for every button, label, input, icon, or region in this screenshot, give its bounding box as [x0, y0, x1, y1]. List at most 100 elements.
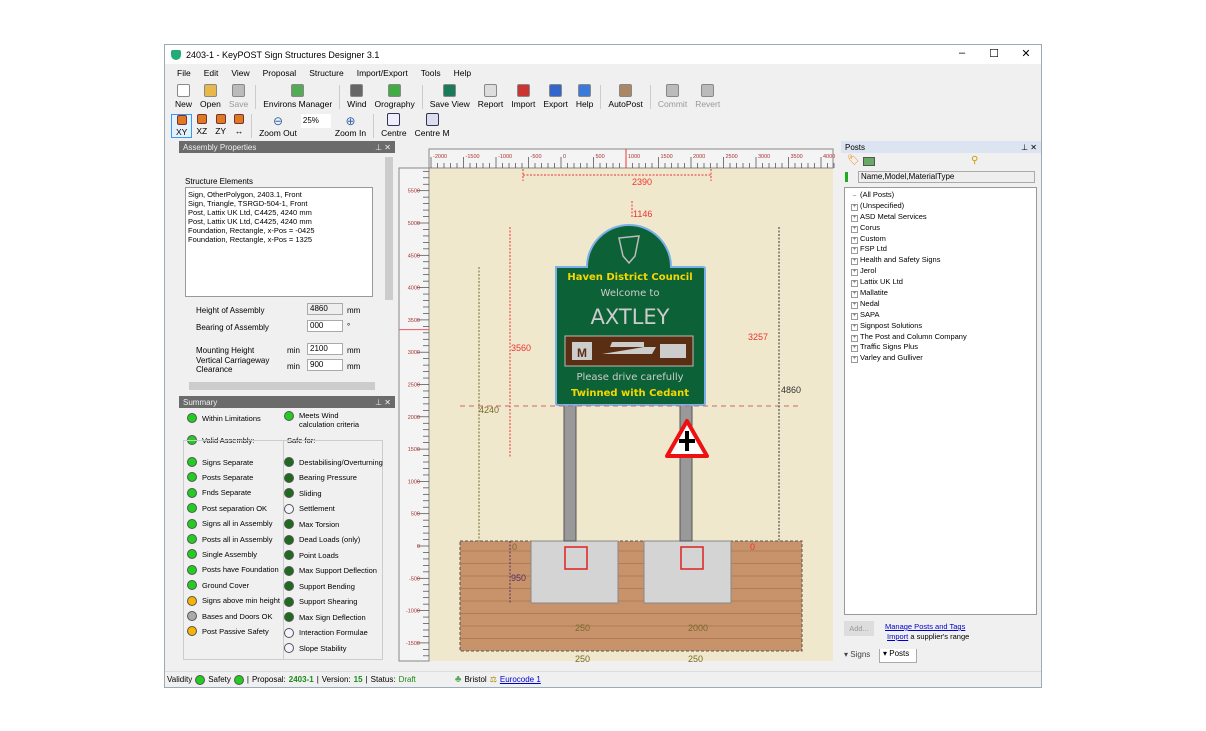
status-light-icon: [284, 519, 294, 529]
structure-elements-list[interactable]: Sign, OtherPolygon, 2403.1, Front Sign, T…: [185, 187, 373, 297]
wind-button[interactable]: Wind: [343, 84, 370, 109]
tree-item[interactable]: + ASD Metal Services: [851, 212, 1036, 223]
expand-icon[interactable]: +: [851, 225, 858, 233]
tree-item[interactable]: – (All Posts): [851, 190, 1036, 201]
expand-icon[interactable]: +: [851, 323, 858, 331]
menu-proposal[interactable]: Proposal: [263, 68, 297, 78]
tree-item[interactable]: + Corus: [851, 223, 1036, 234]
view-swap-button[interactable]: ↔: [230, 114, 248, 138]
view-xz-button[interactable]: XZ: [192, 114, 211, 138]
tree-item[interactable]: + Mallatite: [851, 288, 1036, 299]
menu-structure[interactable]: Structure: [309, 68, 344, 78]
save-button[interactable]: Save: [225, 84, 252, 109]
vertical-scrollbar[interactable]: [385, 157, 393, 300]
tree-item[interactable]: + SAPA: [851, 310, 1036, 321]
import-link[interactable]: Import: [887, 632, 908, 641]
expand-icon[interactable]: +: [851, 214, 858, 222]
horizontal-scrollbar[interactable]: [189, 382, 375, 390]
mounting-height-stepper[interactable]: 2100: [307, 343, 343, 355]
tree-item[interactable]: + (Unspecified): [851, 201, 1036, 212]
import-button[interactable]: Import: [507, 84, 539, 109]
close-button[interactable]: ✕: [1011, 47, 1041, 60]
tree-item[interactable]: + Traffic Signs Plus: [851, 342, 1036, 353]
tree-item[interactable]: + FSP Ltd: [851, 244, 1036, 255]
orography-icon: [388, 84, 402, 97]
revert-button[interactable]: Revert: [691, 84, 724, 109]
pin-close-icons[interactable]: ⊥ ✕: [375, 143, 391, 152]
expand-icon[interactable]: +: [851, 291, 858, 299]
check-label: Posts have Foundation: [202, 565, 279, 575]
safety-check-item: Support Shearing: [284, 596, 357, 607]
structure-element-item[interactable]: Foundation, Rectangle, x-Pos = 1325: [188, 235, 370, 244]
expand-icon[interactable]: +: [851, 203, 858, 211]
zoom-level-field[interactable]: 25%: [300, 114, 331, 128]
structure-element-item[interactable]: Sign, OtherPolygon, 2403.1, Front: [188, 190, 370, 199]
orography-button[interactable]: Orography: [371, 84, 419, 109]
expand-icon[interactable]: +: [851, 301, 858, 309]
tag-icon[interactable]: 🏷: [847, 155, 860, 166]
expand-icon[interactable]: +: [851, 258, 858, 266]
expand-icon[interactable]: +: [851, 236, 858, 244]
bearing-stepper[interactable]: 000: [307, 320, 343, 332]
tree-item[interactable]: + Nedal: [851, 299, 1036, 310]
new-button[interactable]: New: [171, 84, 196, 109]
pin-close-icons[interactable]: ⊥ ✕: [1021, 143, 1037, 152]
view-options-icon[interactable]: [863, 157, 875, 166]
save-view-button[interactable]: Save View: [426, 84, 474, 109]
expand-icon[interactable]: +: [851, 345, 858, 353]
zoom-out-button[interactable]: ⊖ Zoom Out: [255, 114, 301, 138]
status-value: Draft: [398, 675, 416, 684]
expand-icon[interactable]: +: [851, 356, 858, 364]
menu-file[interactable]: File: [177, 68, 191, 78]
expand-icon[interactable]: +: [851, 312, 858, 320]
menu-tools[interactable]: Tools: [421, 68, 441, 78]
expand-icon[interactable]: +: [851, 247, 858, 255]
autopost-button[interactable]: AutoPost: [604, 84, 647, 109]
tree-item[interactable]: + Signpost Solutions: [851, 321, 1036, 332]
drawing-canvas[interactable]: -2000 -1500 -1000 -500 0 500 1000 1500 2000 2500 3…: [398, 141, 839, 668]
tree-item[interactable]: + Varley and Gulliver: [851, 353, 1036, 364]
tree-item[interactable]: + The Post and Column Company: [851, 332, 1036, 343]
menu-importexport[interactable]: Import/Export: [357, 68, 408, 78]
open-button[interactable]: Open: [196, 84, 225, 109]
view-zy-button[interactable]: ZY: [211, 114, 230, 138]
menu-help[interactable]: Help: [454, 68, 471, 78]
clearance-stepper[interactable]: 900: [307, 359, 343, 371]
structure-drawing[interactable]: -2000 -1500 -1000 -500 0 500 1000 1500 2000 2500 3…: [398, 141, 839, 668]
expand-icon[interactable]: +: [851, 280, 858, 288]
minimize-button[interactable]: –: [947, 47, 977, 59]
commit-button[interactable]: Commit: [654, 84, 691, 109]
centre-button[interactable]: Centre: [377, 113, 411, 138]
menu-view[interactable]: View: [231, 68, 249, 78]
add-button[interactable]: Add...: [844, 621, 874, 636]
posts-tree[interactable]: – (All Posts) + (Unspecified) + ASD Metal Ser…: [844, 187, 1037, 615]
y-tick-label: 4000: [408, 286, 420, 292]
structure-element-item[interactable]: Post, Lattix UK Ltd, C4425, 4240 mm: [188, 208, 370, 217]
eurocode-link[interactable]: Eurocode 1: [500, 675, 541, 684]
tab-posts[interactable]: ▾ Posts: [879, 649, 917, 663]
filter-field[interactable]: Name,Model,MaterialType: [858, 171, 1035, 183]
maximize-button[interactable]: ☐: [979, 47, 1009, 60]
view-xy-button[interactable]: XY: [171, 114, 193, 138]
tree-item[interactable]: + Lattix UK Ltd: [851, 277, 1036, 288]
tree-item[interactable]: + Jerol: [851, 266, 1036, 277]
centre-m-button[interactable]: Centre M: [411, 113, 454, 138]
tree-item[interactable]: + Health and Safety Signs: [851, 255, 1036, 266]
tree-item[interactable]: + Custom: [851, 234, 1036, 245]
structure-element-item[interactable]: Foundation, Rectangle, x-Pos = -0425: [188, 226, 370, 235]
expand-icon[interactable]: +: [851, 334, 858, 342]
environs-manager-button[interactable]: Environs Manager: [259, 84, 336, 109]
structure-element-item[interactable]: Post, Lattix UK Ltd, C4425, 4240 mm: [188, 217, 370, 226]
zoom-in-button[interactable]: ⊕ Zoom In: [331, 114, 370, 138]
report-button[interactable]: Report: [474, 84, 508, 109]
manage-posts-link[interactable]: Manage Posts and Tags: [885, 622, 965, 631]
export-button[interactable]: Export: [539, 84, 572, 109]
pin-close-icons[interactable]: ⊥ ✕: [375, 398, 391, 407]
search-tag-icon[interactable]: ⚲: [971, 155, 978, 166]
status-light-icon: [284, 503, 294, 514]
tab-signs[interactable]: ▾ Signs: [841, 650, 877, 663]
help-button[interactable]: Help: [572, 84, 597, 109]
menu-edit[interactable]: Edit: [204, 68, 219, 78]
structure-element-item[interactable]: Sign, Triangle, TSRGD-504-1, Front: [188, 199, 370, 208]
expand-icon[interactable]: +: [851, 269, 858, 277]
